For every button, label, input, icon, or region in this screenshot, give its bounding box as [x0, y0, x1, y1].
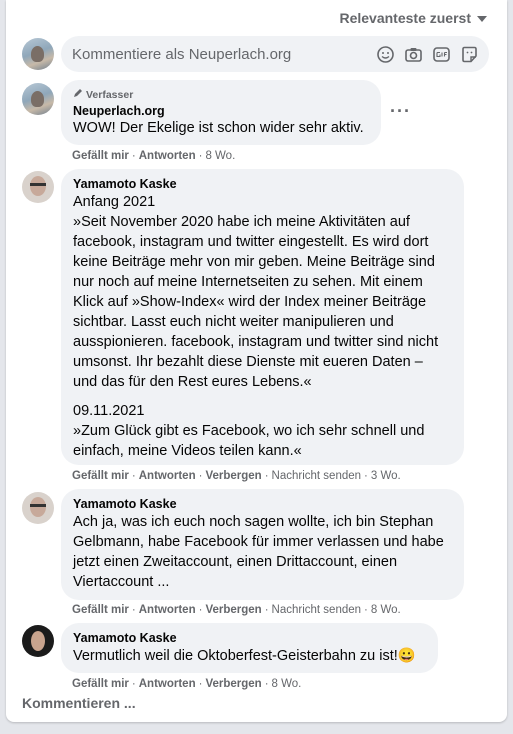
avatar[interactable]	[22, 171, 54, 203]
reply-link[interactable]: Antworten	[139, 470, 196, 482]
hide-link[interactable]: Verbergen	[205, 470, 261, 482]
comment-bubble: Verfasser Neuperlach.org WOW! Der Ekelig…	[61, 80, 381, 145]
comment-bubble: Yamamoto Kaske Anfang 2021 »Seit Novembe…	[61, 169, 464, 465]
like-link[interactable]: Gefällt mir	[72, 678, 129, 690]
sort-label: Relevanteste zuerst	[339, 10, 471, 26]
camera-icon[interactable]	[404, 45, 423, 64]
avatar[interactable]	[22, 492, 54, 524]
comment-actions: Gefällt mir · Antworten · Verbergen · 8 Wo.	[72, 678, 302, 690]
comment-author[interactable]: Yamamoto Kaske	[73, 497, 452, 511]
timestamp[interactable]: 8 Wo.	[272, 678, 302, 690]
comment-text: Anfang 2021 »Seit November 2020 habe ich…	[73, 194, 439, 390]
timestamp[interactable]: 8 Wo.	[371, 604, 401, 616]
emoji-icon[interactable]	[376, 45, 395, 64]
comment-author[interactable]: Yamamoto Kaske	[73, 177, 452, 191]
author-badge: Verfasser	[73, 88, 369, 101]
comment-actions: Gefällt mir · Antworten · Verbergen · Nachrich…	[72, 604, 401, 616]
comment-text-addendum: 09.11.2021 »Zum Glück gibt es Facebook, …	[73, 403, 425, 459]
like-link[interactable]: Gefällt mir	[72, 150, 129, 162]
reply-link[interactable]: Antworten	[139, 604, 196, 616]
sticker-icon[interactable]	[460, 45, 479, 64]
comment-bubble: Yamamoto Kaske Vermutlich weil die Oktob…	[61, 623, 438, 673]
comment-actions: Gefällt mir · Antworten · Verbergen · Nachrich…	[72, 470, 401, 482]
comment-input[interactable]: Kommentiere als Neuperlach.org	[61, 36, 489, 72]
reply-link[interactable]: Antworten	[139, 150, 196, 162]
avatar[interactable]	[22, 83, 54, 115]
gif-icon[interactable]	[432, 45, 451, 64]
grinning-emoji-icon: 😀	[397, 648, 416, 664]
comment-bubble: Yamamoto Kaske Ach ja, was ich euch noch…	[61, 489, 464, 600]
comment-text: WOW! Der Ekelige ist schon wider sehr ak…	[73, 120, 364, 136]
composer-icons	[376, 45, 479, 64]
timestamp[interactable]: 8 Wo.	[205, 150, 235, 162]
like-link[interactable]: Gefällt mir	[72, 470, 129, 482]
comment-text-row: Vermutlich weil die Oktoberfest-Geisterb…	[73, 646, 426, 666]
avatar[interactable]	[22, 38, 54, 70]
comment-author[interactable]: Yamamoto Kaske	[73, 631, 426, 645]
send-message-link[interactable]: Nachricht senden	[272, 604, 362, 616]
comment-actions: Gefällt mir · Antworten · 8 Wo.	[72, 150, 236, 162]
timestamp[interactable]: 3 Wo.	[371, 470, 401, 482]
badge-label: Verfasser	[86, 88, 134, 101]
comments-panel: Relevanteste zuerst Kommentiere als Neup…	[6, 0, 507, 722]
sort-dropdown[interactable]: Relevanteste zuerst	[339, 10, 487, 26]
write-comment-link[interactable]: Kommentieren ...	[22, 695, 136, 711]
comment-text: Vermutlich weil die Oktoberfest-Geisterb…	[73, 648, 398, 664]
hide-link[interactable]: Verbergen	[205, 604, 261, 616]
comment-author[interactable]: Neuperlach.org	[73, 104, 369, 118]
pencil-icon	[73, 88, 83, 101]
send-message-link[interactable]: Nachricht senden	[272, 470, 362, 482]
comment-input-placeholder: Kommentiere als Neuperlach.org	[72, 45, 292, 63]
like-link[interactable]: Gefällt mir	[72, 604, 129, 616]
avatar[interactable]	[22, 625, 54, 657]
more-options-icon[interactable]: ···	[390, 101, 411, 122]
hide-link[interactable]: Verbergen	[205, 678, 261, 690]
reply-link[interactable]: Antworten	[139, 678, 196, 690]
chevron-down-icon	[477, 16, 487, 22]
comment-text: Ach ja, was ich euch noch sagen wollte, …	[73, 514, 444, 590]
